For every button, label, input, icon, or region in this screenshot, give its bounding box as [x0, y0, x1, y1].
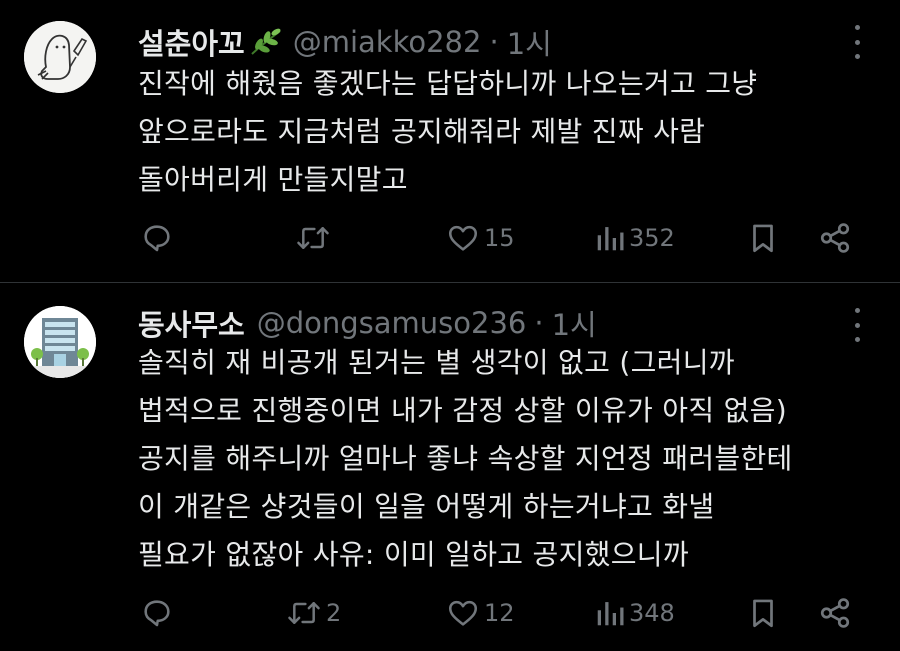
views-count: 348	[629, 599, 675, 627]
share-icon	[820, 223, 850, 253]
more-icon[interactable]	[847, 25, 867, 59]
reply-icon	[144, 600, 170, 627]
tweet-text-line: 진작에 해줬음 좋겠다는 답답하니까 나오는거고 그냥	[138, 67, 758, 100]
tweet-header: 설춘아꼬 @miakko282 · 1시	[138, 21, 552, 63]
like-count: 15	[484, 224, 515, 252]
tweet-text: 솔직히 재 비공개 된거는 별 생각이 없고 (그러니까 법적으로 진행중이면 …	[138, 339, 878, 579]
reply-button[interactable]	[140, 593, 178, 633]
avatar-drawing-icon	[24, 21, 96, 93]
tweet-text-line: 이 개같은 샹것들이 일을 어떻게 하는거냐고 화낼	[138, 490, 715, 523]
tweet-text-line: 법적으로 진행중이면 내가 감정 상할 이유가 아직 없음)	[138, 394, 787, 427]
views-button[interactable]: 352	[595, 218, 675, 258]
views-icon	[597, 227, 624, 251]
display-name[interactable]: 설춘아꼬	[138, 21, 245, 63]
heart-icon	[448, 225, 478, 251]
like-count: 12	[484, 599, 515, 627]
separator-dot: ·	[489, 25, 499, 59]
timestamp[interactable]: 1시	[507, 21, 552, 63]
tweet-text-line: 공지를 해주니까 얼마나 좋냐 속상할 지언정 패러블한테	[138, 442, 793, 475]
action-bar: 2 12 348	[0, 593, 900, 633]
retweet-icon	[297, 227, 329, 249]
tweet-text-line: 앞으로라도 지금처럼 공지해줘라 제발 진짜 사람	[138, 115, 706, 148]
tweet-text-line: 필요가 없잖아 사유: 이미 일하고 공지했으니까	[138, 538, 689, 571]
bookmark-button[interactable]	[748, 218, 778, 258]
user-handle[interactable]: @dongsamuso236	[257, 306, 527, 340]
reply-icon	[144, 225, 170, 252]
avatar[interactable]	[24, 306, 96, 378]
bookmark-icon	[753, 224, 773, 253]
reply-button[interactable]	[140, 218, 178, 258]
views-count: 352	[629, 224, 675, 252]
bookmark-button[interactable]	[748, 593, 778, 633]
heart-icon	[448, 600, 478, 626]
share-icon	[820, 598, 850, 628]
tweet-text-line: 솔직히 재 비공개 된거는 별 생각이 없고 (그러니까	[138, 346, 735, 379]
views-button[interactable]: 348	[595, 593, 675, 633]
action-bar: 15 352	[0, 218, 900, 258]
views-icon	[597, 602, 624, 626]
like-button[interactable]: 12	[446, 593, 515, 633]
timestamp[interactable]: 1시	[552, 302, 597, 344]
tweet-2[interactable]: 동사무소 @dongsamuso236 · 1시 솔직히 재 비공개 된거는 별…	[0, 283, 900, 651]
like-button[interactable]: 15	[446, 218, 515, 258]
leaf-icon	[249, 27, 283, 57]
building-icon	[24, 306, 96, 378]
tweet-text: 진작에 해줬음 좋겠다는 답답하니까 나오는거고 그냥 앞으로라도 지금처럼 공…	[138, 60, 878, 204]
separator-dot: ·	[534, 306, 544, 340]
share-button[interactable]	[818, 218, 852, 258]
tweet-header: 동사무소 @dongsamuso236 · 1시	[138, 302, 597, 344]
tweet-1[interactable]: 설춘아꼬 @miakko282 · 1시 진작에 해줬음 좋겠다는 답답하니까 …	[0, 0, 900, 282]
retweet-button[interactable]	[295, 218, 335, 258]
retweet-icon	[288, 602, 320, 624]
share-button[interactable]	[818, 593, 852, 633]
retweet-button[interactable]: 2	[286, 593, 341, 633]
tweet-text-line: 돌아버리게 만들지말고	[138, 163, 408, 196]
retweet-count: 2	[326, 599, 342, 627]
user-handle[interactable]: @miakko282	[293, 25, 482, 59]
display-name[interactable]: 동사무소	[138, 302, 245, 344]
bookmark-icon	[753, 599, 773, 628]
more-icon[interactable]	[847, 308, 867, 342]
avatar[interactable]	[24, 21, 96, 93]
